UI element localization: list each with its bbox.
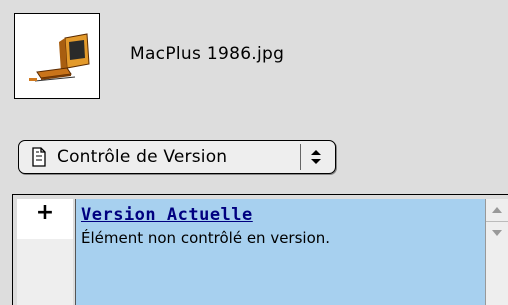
version-control-popup[interactable]: Contrôle de Version bbox=[18, 140, 336, 174]
version-title[interactable]: Version Actuelle bbox=[81, 205, 253, 225]
expand-toggle[interactable]: + bbox=[17, 199, 73, 239]
version-description: Élément non contrôlé en version. bbox=[81, 229, 331, 247]
scroll-up-arrow-icon[interactable] bbox=[486, 199, 508, 222]
file-name: MacPlus 1986.jpg bbox=[130, 44, 285, 64]
file-thumbnail bbox=[14, 13, 100, 99]
vertical-scrollbar[interactable] bbox=[485, 199, 508, 305]
popup-arrows-icon bbox=[300, 144, 331, 170]
version-row[interactable]: Version Actuelle Élément non contrôlé en… bbox=[75, 199, 488, 305]
version-list: + Version Actuelle Élément non contrôlé … bbox=[12, 194, 508, 305]
scroll-down-arrow-icon[interactable] bbox=[486, 222, 508, 244]
popup-label: Contrôle de Version bbox=[57, 147, 228, 167]
macplus-computer-icon bbox=[29, 33, 90, 82]
expander-column bbox=[17, 239, 73, 305]
document-icon bbox=[32, 147, 46, 167]
